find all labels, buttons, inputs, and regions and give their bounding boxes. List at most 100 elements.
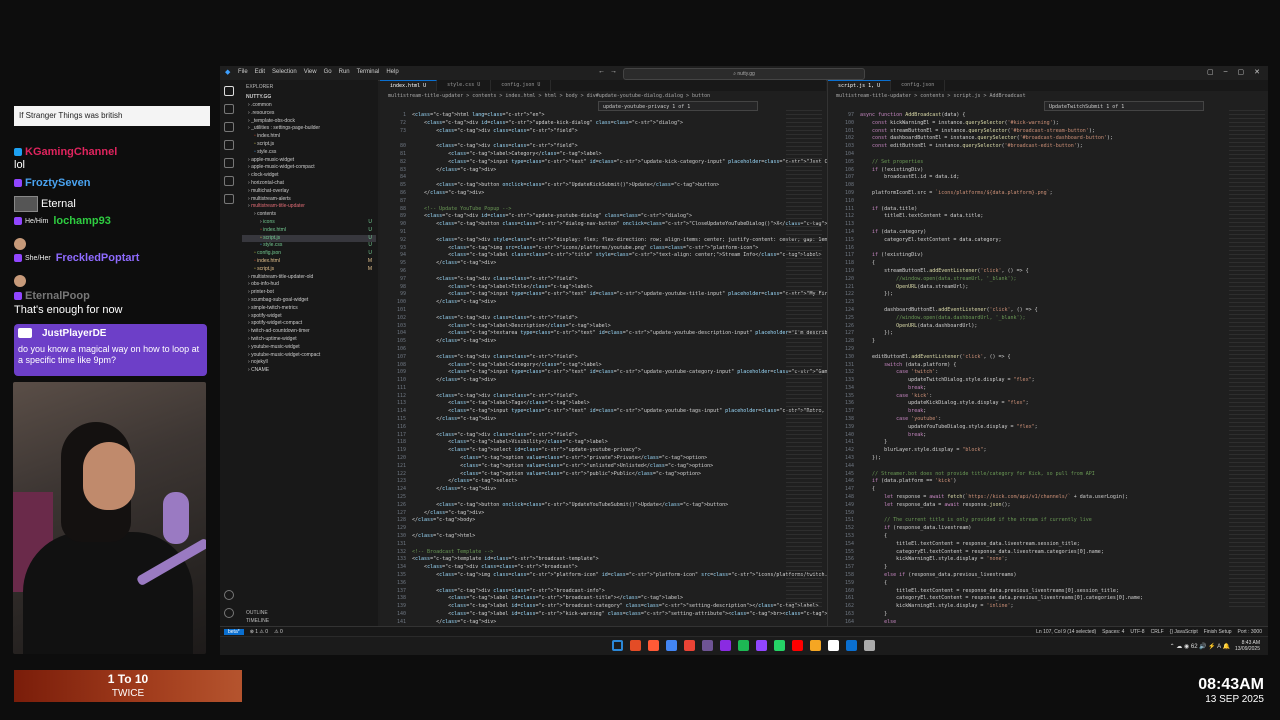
code-line[interactable]: 99 <class="c-tag">input type=class="c-st… (380, 291, 912, 299)
code-line[interactable]: 86 </class="c-tag">div> (380, 190, 826, 198)
code-line[interactable]: 101 (380, 307, 826, 315)
code-line[interactable]: 158 else if (response_data.previous_live… (828, 572, 1268, 580)
taskbar-app-icon[interactable] (720, 640, 731, 651)
taskbar-app-icon[interactable] (738, 640, 749, 651)
code-line[interactable]: 97 async function AddBroadcast(data) { (828, 112, 1268, 120)
code-line[interactable]: 152 if (response_data.livestream) (828, 525, 1268, 533)
file-tree-item[interactable]: › printer-bot (242, 289, 376, 297)
code-line[interactable]: 146 if (data.platform == 'kick') (828, 478, 1268, 486)
code-line[interactable]: 100 const kickWarningEl = instance.query… (828, 120, 1268, 128)
editor-tab[interactable]: config.json (891, 80, 946, 91)
code-line[interactable]: 162 kickWarningEl.style.display = 'inlin… (828, 603, 1268, 611)
code-line[interactable]: 127 }); (828, 330, 1268, 338)
editor-tab[interactable]: config.json U (491, 80, 552, 91)
command-center[interactable]: ⌕ nutty.gg (623, 68, 865, 80)
taskbar-app-icon[interactable] (828, 640, 839, 651)
code-line[interactable]: 134 <class="c-tag">div class=class="c-st… (380, 564, 826, 572)
file-tree-item[interactable]: › apple-music-widget-compact (242, 164, 376, 172)
code-line[interactable]: 91 (380, 229, 826, 237)
file-tree-item[interactable]: › nojekyll (242, 359, 376, 367)
status-right-item[interactable]: {} JavaScript (1170, 629, 1198, 635)
code-line[interactable]: 135 <class="c-tag">img class=class="c-st… (380, 572, 843, 580)
testing-icon[interactable] (224, 194, 234, 204)
code-line[interactable]: 123 (828, 299, 1268, 307)
file-tree-item[interactable]: ▫ script.js (242, 141, 376, 149)
editor-tab[interactable]: script.js 1, U (828, 80, 892, 91)
search-icon[interactable] (224, 104, 234, 114)
maximize-icon[interactable]: ▢ (1238, 68, 1245, 76)
code-line[interactable]: 136 updateKickDialog.style.display = "fl… (828, 400, 1268, 408)
code-line[interactable]: 114 if (data.category) (828, 229, 1268, 237)
file-tree-item[interactable]: ▫ style.css (242, 149, 376, 157)
code-line[interactable]: 80 <class="c-tag">div class=class="c-str… (380, 143, 826, 151)
code-line[interactable]: 110 </class="c-tag">div> (380, 377, 826, 385)
right-minimap[interactable] (1229, 110, 1265, 610)
code-line[interactable]: 140 break; (828, 432, 1268, 440)
code-line[interactable]: 85 <class="c-tag">button onclick=class="… (380, 182, 826, 190)
code-line[interactable]: 101 const streamButtonEl = instance.quer… (828, 128, 1268, 136)
file-tree-item[interactable]: › simple-twitch-metrics (242, 305, 376, 313)
code-line[interactable]: 107 broadcastEl.id = data.id; (828, 174, 1268, 182)
code-line[interactable]: 126 <class="c-tag">button onclick=class=… (380, 502, 826, 510)
file-tree-item[interactable]: › CNAME (242, 367, 376, 375)
file-tree-item[interactable]: › multistream-title-updater-old (242, 274, 376, 282)
status-right-item[interactable]: Finish Setup (1204, 629, 1232, 635)
code-line[interactable]: 89 <class="c-tag">div id=class="c-str">"… (380, 213, 826, 221)
code-line[interactable]: 115 </class="c-tag">div> (380, 416, 826, 424)
code-line[interactable]: 72 <class="c-tag">div id=class="c-str">"… (380, 120, 826, 128)
code-line[interactable]: 137 break; (828, 408, 1268, 416)
file-tree-item[interactable]: › spotify-widget (242, 313, 376, 321)
code-line[interactable]: 138 case 'youtube': (828, 416, 1268, 424)
menu-item-help[interactable]: Help (386, 69, 398, 75)
explorer-icon[interactable] (224, 86, 234, 96)
code-line[interactable]: 131 switch (data.platform) { (828, 362, 1268, 370)
code-line[interactable]: 131 (380, 541, 826, 549)
status-right-item[interactable]: Ln 107, Col 9 (14 selected) (1036, 629, 1096, 635)
outline-section[interactable]: OUTLINE (246, 610, 268, 616)
code-line[interactable]: 129 (380, 525, 826, 533)
taskbar-app-icon[interactable] (774, 640, 785, 651)
code-line[interactable]: 112 titleEl.textContent = data.title; (828, 213, 1268, 221)
right-breadcrumb[interactable]: multistream-title-updater > contents > s… (836, 93, 1026, 99)
code-line[interactable]: 109 platformIconEl.src = `icons/platform… (828, 190, 1268, 198)
code-line[interactable]: 83 </class="c-tag">div> (380, 167, 826, 175)
code-line[interactable]: 125 (380, 494, 826, 502)
code-line[interactable]: 120 //window.open(data.streamUrl, '_blan… (828, 276, 1268, 284)
tray-icons[interactable]: ⌃ ☁ ◉ 62 🔊 ⚡ A 🔔 (1170, 643, 1230, 650)
code-line[interactable]: 118 { (828, 260, 1268, 268)
file-tree-item[interactable]: › .common (242, 102, 376, 110)
code-line[interactable]: 113 (828, 221, 1268, 229)
taskbar-app-icon[interactable] (792, 640, 803, 651)
taskbar-app-icon[interactable] (630, 640, 641, 651)
code-line[interactable]: 102 const dashboardButtonEl = instance.q… (828, 135, 1268, 143)
code-line[interactable]: 115 categoryEl.textContent = data.catego… (828, 237, 1268, 245)
left-find-widget[interactable]: update-youtube-privacy 1 of 1 (598, 101, 758, 111)
file-tree-item[interactable]: › youtube-music-widget-compact (242, 352, 376, 360)
explorer-root[interactable]: NUTTY.GG (246, 94, 271, 100)
code-line[interactable]: 73 <class="c-tag">div class=class="c-str… (380, 128, 826, 136)
code-line[interactable]: 133 <class="c-tag">template id=class="c-s… (380, 556, 826, 564)
code-line[interactable]: 128 } (828, 338, 1268, 346)
file-tree-item[interactable]: › scumbag-sub-goal-widget (242, 297, 376, 305)
gear-icon[interactable] (224, 608, 234, 618)
code-line[interactable]: 111 (380, 385, 826, 393)
code-line[interactable]: 157 } (828, 564, 1268, 572)
code-line[interactable]: 141 } (828, 439, 1268, 447)
code-line[interactable]: 100 </class="c-tag">div> (380, 299, 826, 307)
status-left-item[interactable]: ⊗ 1 ⚠ 0 (250, 629, 268, 635)
minimize-icon[interactable]: – (1224, 68, 1228, 76)
left-minimap[interactable] (786, 110, 822, 610)
code-line[interactable]: 148 let response = await fetch(`https://… (828, 494, 1268, 502)
code-line[interactable]: 84 (380, 174, 826, 182)
code-line[interactable]: 120 <class="c-tag">option value=class="c… (380, 455, 826, 463)
right-code[interactable]: 97 async function AddBroadcast(data) {100… (828, 112, 1268, 634)
timeline-section[interactable]: TIMELINE (246, 618, 269, 624)
file-tree-item[interactable]: ▫ index.html (242, 133, 376, 141)
code-line[interactable]: 105 </class="c-tag">div> (380, 338, 826, 346)
run-debug-icon[interactable] (224, 140, 234, 150)
status-right-item[interactable]: Port : 3000 (1238, 629, 1262, 635)
code-line[interactable]: 122 <class="c-tag">option value=class="c… (380, 471, 826, 479)
extensions-icon[interactable] (224, 158, 234, 168)
code-line[interactable]: 136 (380, 580, 826, 588)
layout-icon[interactable]: ▢ (1207, 68, 1214, 76)
